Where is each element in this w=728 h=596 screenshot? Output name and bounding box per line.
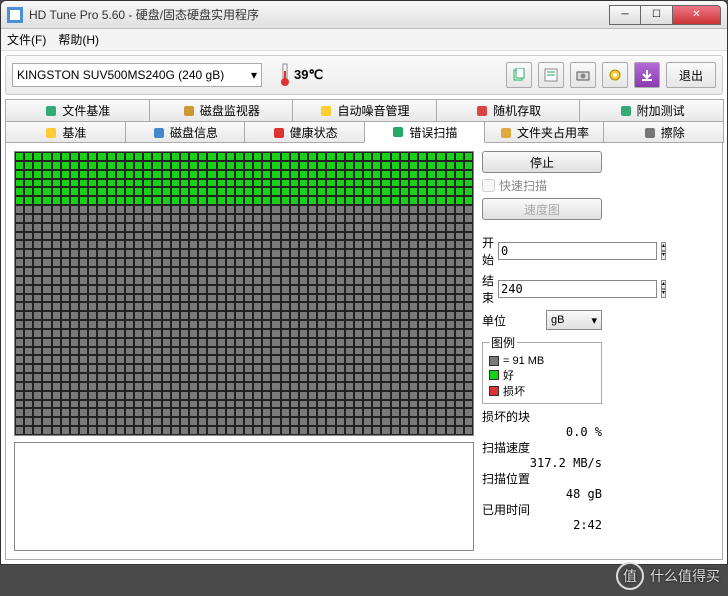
benchmark-icon bbox=[44, 126, 58, 140]
unit-select[interactable]: gB▾ bbox=[546, 310, 602, 330]
tab-label: 基准 bbox=[62, 124, 86, 141]
drive-label: KINGSTON SUV500MS240G (240 gB) bbox=[17, 68, 224, 82]
file-benchmark-icon bbox=[44, 104, 58, 118]
tab-folder-usage[interactable]: 文件夹占用率 bbox=[484, 121, 605, 143]
scan-grid bbox=[14, 151, 474, 436]
screenshot-button[interactable] bbox=[570, 62, 596, 88]
legend-ok-swatch bbox=[489, 370, 499, 380]
tab-error-scan[interactable]: 错误扫描 bbox=[364, 121, 485, 143]
damaged-value: 0.0 % bbox=[482, 425, 602, 439]
elapsed-value: 2:42 bbox=[482, 518, 602, 532]
legend-size-swatch bbox=[489, 356, 499, 366]
folder-usage-icon bbox=[499, 126, 513, 140]
gear-icon bbox=[608, 68, 622, 82]
unit-label: 单位 bbox=[482, 312, 514, 329]
menu-file[interactable]: 文件(F) bbox=[7, 31, 46, 48]
app-icon bbox=[7, 7, 23, 23]
chevron-down-icon: ▾ bbox=[591, 314, 597, 327]
copy-text-button[interactable] bbox=[538, 62, 564, 88]
thermometer-icon bbox=[280, 63, 290, 87]
tab-label: 错误扫描 bbox=[409, 124, 457, 141]
tab-label: 健康状态 bbox=[290, 124, 338, 141]
temperature-value: 39℃ bbox=[294, 67, 323, 83]
tab-aam[interactable]: 自动噪音管理 bbox=[292, 99, 437, 121]
pos-value: 48 gB bbox=[482, 487, 602, 501]
end-input[interactable] bbox=[498, 280, 657, 298]
tab-disk-monitor[interactable]: 磁盘监视器 bbox=[149, 99, 294, 121]
close-button[interactable]: ✕ bbox=[673, 5, 721, 25]
toolbar: KINGSTON SUV500MS240G (240 gB) ▾ 39℃ 退出 bbox=[5, 55, 723, 95]
start-label: 开始 bbox=[482, 234, 494, 268]
end-label: 结束 bbox=[482, 272, 494, 306]
camera-icon bbox=[576, 68, 590, 82]
maximize-button[interactable]: ☐ bbox=[641, 5, 673, 25]
tab-label: 磁盘信息 bbox=[170, 124, 218, 141]
tab-random-access[interactable]: 随机存取 bbox=[436, 99, 581, 121]
menubar: 文件(F) 帮助(H) bbox=[1, 29, 727, 51]
tab-erase[interactable]: 擦除 bbox=[603, 121, 724, 143]
speed-label: 扫描速度 bbox=[482, 439, 602, 456]
tab-label: 随机存取 bbox=[493, 102, 541, 119]
tab-info[interactable]: 磁盘信息 bbox=[125, 121, 246, 143]
watermark: 值 什么值得买 bbox=[616, 562, 720, 590]
tab-label: 文件基准 bbox=[62, 102, 110, 119]
legend-ok-label: 好 bbox=[503, 367, 514, 383]
copy-text-icon bbox=[544, 68, 558, 82]
tab-health[interactable]: 健康状态 bbox=[244, 121, 365, 143]
quick-scan-checkbox bbox=[482, 179, 495, 192]
disk-monitor-icon bbox=[182, 104, 196, 118]
damaged-label: 损坏的块 bbox=[482, 408, 602, 425]
copy-icon bbox=[512, 68, 526, 82]
speed-value: 317.2 MB/s bbox=[482, 456, 602, 470]
stats-block: 损坏的块 0.0 % 扫描速度 317.2 MB/s 扫描位置 48 gB 已用… bbox=[482, 408, 602, 532]
dropdown-arrow-icon: ▾ bbox=[251, 68, 257, 82]
tab-label: 附加测试 bbox=[637, 102, 685, 119]
exit-button[interactable]: 退出 bbox=[666, 62, 716, 88]
end-spin-down[interactable]: ▾ bbox=[661, 289, 666, 298]
elapsed-label: 已用时间 bbox=[482, 501, 602, 518]
legend-size-label: = 91 MB bbox=[503, 355, 544, 367]
tab-label: 擦除 bbox=[661, 124, 685, 141]
extra-tests-icon bbox=[619, 104, 633, 118]
stop-button[interactable]: 停止 bbox=[482, 151, 602, 173]
watermark-icon: 值 bbox=[616, 562, 644, 590]
window-title: HD Tune Pro 5.60 - 硬盘/固态硬盘实用程序 bbox=[29, 6, 609, 23]
tab-benchmark[interactable]: 基准 bbox=[5, 121, 126, 143]
info-icon bbox=[152, 126, 166, 140]
legend-fieldset: 图例 = 91 MB 好 损坏 bbox=[482, 334, 602, 404]
save-button[interactable] bbox=[634, 62, 660, 88]
tab-label: 磁盘监视器 bbox=[200, 102, 260, 119]
titlebar: HD Tune Pro 5.60 - 硬盘/固态硬盘实用程序 ─ ☐ ✕ bbox=[1, 1, 727, 29]
menu-help[interactable]: 帮助(H) bbox=[58, 31, 99, 48]
quick-scan-label: 快速扫描 bbox=[499, 177, 547, 194]
copy-info-button[interactable] bbox=[506, 62, 532, 88]
log-box bbox=[14, 442, 474, 551]
tab-label: 自动噪音管理 bbox=[337, 102, 409, 119]
watermark-text: 什么值得买 bbox=[650, 566, 720, 586]
health-icon bbox=[272, 126, 286, 140]
legend-bad-label: 损坏 bbox=[503, 383, 525, 399]
error-scan-icon bbox=[391, 125, 405, 139]
legend-bad-swatch bbox=[489, 386, 499, 396]
pos-label: 扫描位置 bbox=[482, 470, 602, 487]
tab-label: 文件夹占用率 bbox=[517, 124, 589, 141]
aam-icon bbox=[319, 104, 333, 118]
temperature-display: 39℃ bbox=[280, 63, 323, 87]
download-icon bbox=[640, 68, 654, 82]
start-input[interactable] bbox=[498, 242, 657, 260]
speedmap-button: 速度图 bbox=[482, 198, 602, 220]
tab-extra-tests[interactable]: 附加测试 bbox=[579, 99, 724, 121]
tab-file-benchmark[interactable]: 文件基准 bbox=[5, 99, 150, 121]
options-button[interactable] bbox=[602, 62, 628, 88]
start-spin-down[interactable]: ▾ bbox=[661, 251, 666, 260]
drive-select[interactable]: KINGSTON SUV500MS240G (240 gB) ▾ bbox=[12, 63, 262, 87]
erase-icon bbox=[643, 126, 657, 140]
random-access-icon bbox=[475, 104, 489, 118]
minimize-button[interactable]: ─ bbox=[609, 5, 641, 25]
end-spin-up[interactable]: ▴ bbox=[661, 280, 666, 289]
legend-title: 图例 bbox=[489, 334, 517, 351]
start-spin-up[interactable]: ▴ bbox=[661, 242, 666, 251]
